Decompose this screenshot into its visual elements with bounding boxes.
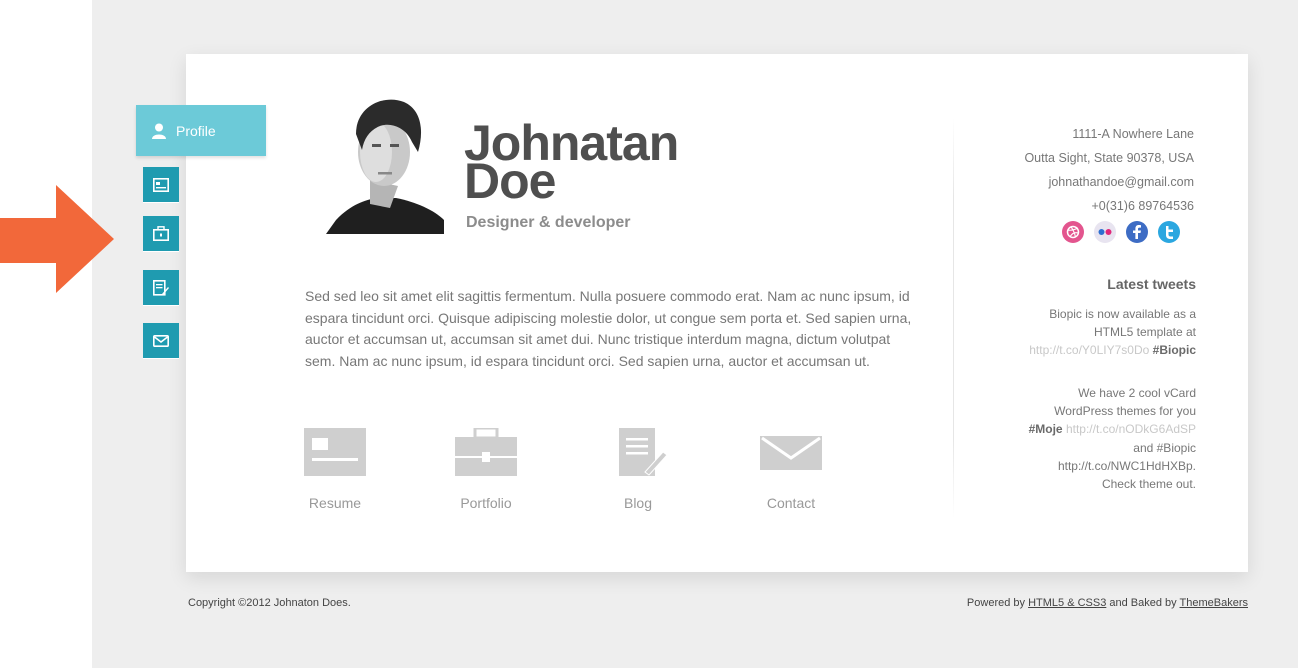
tweet-1-link[interactable]: http://t.co/Y0LIY7s0Do (1029, 343, 1149, 357)
tweet-2-line-4: and #Biopic (1133, 440, 1196, 455)
section-label-portfolio: Portfolio (460, 495, 512, 511)
tweet-1-line-1: Biopic is now available as a (1049, 307, 1196, 321)
tweet-1-hashtag[interactable]: #Biopic (1153, 343, 1196, 357)
blog-icon (153, 279, 169, 296)
job-title: Designer & developer (466, 214, 631, 231)
powered-prefix: Powered by (966, 597, 1029, 609)
nav-tab-profile[interactable]: Profile (136, 105, 266, 156)
resume-icon (304, 428, 366, 476)
flickr-glyph (1098, 229, 1112, 235)
section-link-portfolio[interactable]: Portfolio (431, 426, 541, 511)
nav-button-blog[interactable] (143, 270, 179, 306)
contact-block: 1111-A Nowhere Lane Outta Sight, State 9… (1024, 122, 1194, 218)
dribbble-glyph (1066, 225, 1080, 239)
user-icon (152, 123, 166, 139)
resume-icon (153, 177, 169, 192)
tweet-2-line-2: WordPress themes for you (1054, 404, 1196, 419)
tweet-2-line-1: We have 2 cool vCard (1078, 386, 1196, 400)
tweet-2-link[interactable]: http://t.co/nODkG6AdSP (1066, 422, 1196, 436)
contact-icon (760, 436, 822, 470)
themebakers-link[interactable]: ThemeBakers (1180, 597, 1248, 609)
dribbble-icon[interactable] (1062, 221, 1084, 243)
email-link[interactable]: johnathandoe@gmail.com (1024, 170, 1194, 194)
tweet-2-line-5[interactable]: http://t.co/NWC1HdHXBp. (1029, 457, 1196, 475)
facebook-icon[interactable] (1126, 221, 1148, 243)
tweet-2-line-6: Check theme out. (1101, 477, 1196, 492)
section-label-contact: Contact (766, 495, 816, 511)
column-divider (953, 118, 954, 518)
baked-prefix: and Baked by (1106, 597, 1180, 609)
phone-number: +0(31)6 89764536 (1091, 199, 1194, 213)
latest-tweets-heading: Latest tweets (1107, 276, 1196, 292)
tweet-1: Biopic is now available as a HTML5 templ… (1029, 305, 1196, 360)
nav-button-contact[interactable] (143, 323, 179, 359)
section-link-blog[interactable]: Blog (583, 428, 693, 511)
contact-icon (153, 334, 169, 347)
left-annotation-arrow (0, 185, 114, 293)
section-link-contact[interactable]: Contact (736, 428, 846, 511)
portfolio-icon (455, 426, 517, 476)
page: Profile Johnatan Doe Designer & develope… (0, 0, 1298, 668)
twitter-glyph (1166, 225, 1173, 239)
section-link-resume[interactable]: Resume (280, 428, 390, 511)
tweet-2-line-3: #Moje http://t.co/nODkG6AdSP (1029, 420, 1196, 438)
section-label-resume: Resume (308, 495, 362, 511)
blog-icon (619, 428, 668, 476)
tweet-1-line-2: HTML5 template at (1093, 325, 1196, 340)
last-name-heading: Doe (464, 153, 556, 209)
twitter-icon[interactable] (1158, 221, 1180, 243)
nav-button-resume[interactable] (143, 167, 179, 203)
tweet-2-hashtag[interactable]: #Moje (1029, 422, 1063, 436)
nav-button-portfolio[interactable] (143, 216, 179, 252)
section-label-blog: Blog (623, 495, 653, 511)
avatar (326, 92, 444, 234)
bio-paragraph: Sed sed leo sit amet elit sagittis ferme… (305, 288, 912, 369)
address-line-1: 1111-A Nowhere Lane (1072, 127, 1194, 141)
tweet-1-line-3: http://t.co/Y0LIY7s0Do #Biopic (1029, 341, 1196, 359)
portfolio-icon (153, 226, 169, 241)
flickr-icon[interactable] (1094, 221, 1116, 243)
html5-css3-link[interactable]: HTML5 & CSS3 (1028, 597, 1106, 609)
address-line-2: Outta Sight, State 90378, USA (1024, 151, 1194, 165)
social-links (1062, 221, 1180, 243)
facebook-glyph (1133, 225, 1141, 239)
copyright-text: Copyright ©2012 Johnaton Does. (188, 597, 351, 609)
powered-by: Powered by HTML5 & CSS3 and Baked by The… (967, 597, 1248, 609)
tweet-2: We have 2 cool vCard WordPress themes fo… (1029, 384, 1196, 493)
nav-tab-profile-label: Profile (176, 122, 216, 139)
